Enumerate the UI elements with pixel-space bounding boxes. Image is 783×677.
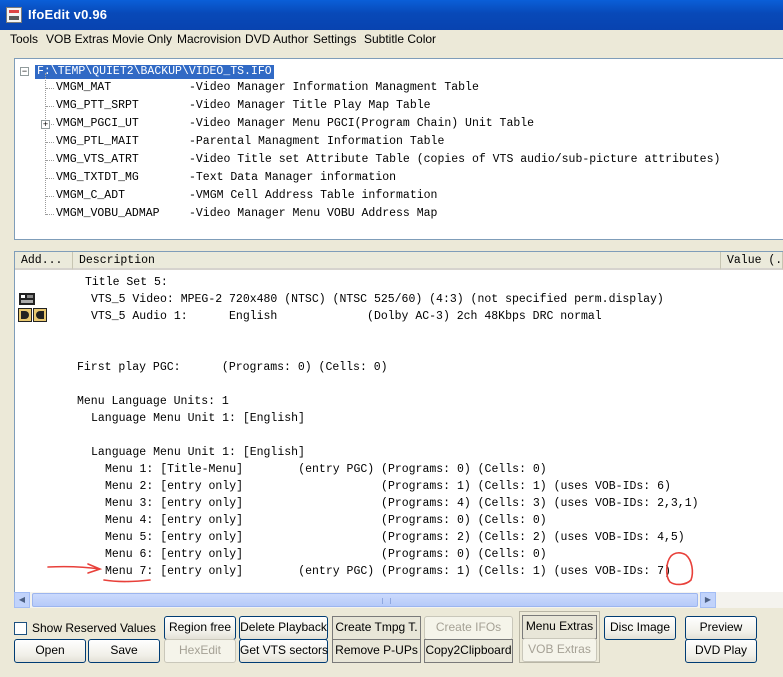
menu-bar: Tools VOB Extras Movie Only Macrovision … (0, 30, 783, 50)
list-line: Menu 4: [entry only] (Programs: 0) (Cell… (105, 514, 547, 527)
list-line: Menu 2: [entry only] (Programs: 1) (Cell… (105, 480, 671, 493)
disc-image-button[interactable]: Disc Image (604, 616, 676, 640)
tree-item[interactable]: VMG_PTL_MAIT -Parental Managment Informat… (56, 135, 444, 149)
expand-icon[interactable]: + (41, 120, 50, 129)
menu-tools[interactable]: Tools (10, 32, 38, 46)
tree-item[interactable]: VMG_VTS_ATRT -Video Title set Attribute T… (56, 153, 720, 167)
column-header-value[interactable]: Value (... (721, 252, 783, 270)
save-button[interactable]: Save (88, 639, 160, 663)
list-line: Language Menu Unit 1: [English] (91, 446, 305, 459)
menu-macrovision[interactable]: Macrovision (177, 32, 241, 46)
list-line: Menu 5: [entry only] (Programs: 2) (Cell… (105, 531, 685, 544)
menu-vob-extras[interactable]: VOB Extras (46, 32, 109, 46)
tree-line (45, 73, 46, 215)
title-bar[interactable]: IfoEdit v0.96 (0, 0, 783, 30)
scroll-right-icon[interactable]: ▶ (700, 592, 716, 608)
preview-button[interactable]: Preview (685, 616, 757, 640)
scroll-left-icon[interactable]: ◀ (14, 592, 30, 608)
dvd-play-button[interactable]: DVD Play (685, 639, 757, 663)
tree-item[interactable]: VMGM_VOBU_ADMAP -Video Manager Menu VOBU … (56, 207, 437, 221)
ifo-tree[interactable]: − F:\TEMP\QUIET2\BACKUP\VIDEO_TS.IFO + V… (14, 58, 783, 240)
list-line: Menu 3: [entry only] (Programs: 4) (Cell… (105, 497, 699, 510)
horizontal-scrollbar[interactable]: ◀ ▶ (14, 592, 783, 608)
list-line: Language Menu Unit 1: [English] (91, 412, 305, 425)
show-reserved-checkbox[interactable] (14, 622, 27, 635)
vob-extras-button[interactable]: VOB Extras (522, 638, 597, 662)
menu-movie-only[interactable]: Movie Only (112, 32, 172, 46)
video-icon (19, 293, 35, 305)
list-line: Menu 1: [Title-Menu] (entry PGC) (Progra… (105, 463, 547, 476)
dolby-audio-icon (18, 308, 47, 322)
create-tmpg-button[interactable]: Create Tmpg T. (332, 616, 421, 640)
region-free-button[interactable]: Region free (164, 616, 236, 640)
menu-settings[interactable]: Settings (313, 32, 356, 46)
list-line: Title Set 5: (85, 276, 168, 289)
menu-dvd-author[interactable]: DVD Author (245, 32, 308, 46)
scroll-thumb[interactable] (32, 593, 698, 607)
get-vts-sectors-button[interactable]: Get VTS sectors (239, 639, 328, 663)
list-line: First play PGC: (Programs: 0) (Cells: 0) (77, 361, 388, 374)
list-line: Menu 6: [entry only] (Programs: 0) (Cell… (105, 548, 547, 561)
window-title: IfoEdit v0.96 (28, 7, 108, 22)
menu-subtitle-color[interactable]: Subtitle Color (364, 32, 436, 46)
copy2clipboard-button[interactable]: Copy2Clipboard (424, 639, 513, 663)
tree-item[interactable]: VMGM_PGCI_UT -Video Manager Menu PGCI(Pro… (56, 117, 534, 131)
tree-item[interactable]: VMG_PTT_SRPT -Video Manager Title Play Ma… (56, 99, 431, 113)
column-header-description[interactable]: Description (73, 252, 721, 270)
detail-list[interactable]: Add... Description Value (... Title Set … (14, 251, 783, 608)
delete-playback-button[interactable]: Delete Playback (239, 616, 328, 640)
show-reserved-label[interactable]: Show Reserved Values (32, 621, 156, 635)
list-line: Menu 7: [entry only] (entry PGC) (Progra… (105, 565, 671, 578)
list-line: VTS_5 Audio 1: English (Dolby AC-3) 2ch … (91, 310, 602, 323)
create-ifos-button[interactable]: Create IFOs (424, 616, 513, 640)
grip-icon (382, 598, 391, 604)
list-line: VTS_5 Video: MPEG-2 720x480 (NTSC) (NTSC… (91, 293, 664, 306)
tree-item[interactable]: VMG_TXTDT_MG -Text Data Manager informati… (56, 171, 396, 185)
column-header-address[interactable]: Add... (15, 252, 73, 270)
tree-item[interactable]: VMGM_C_ADT -VMGM Cell Address Table infor… (56, 189, 437, 203)
remove-pups-button[interactable]: Remove P-UPs (332, 639, 421, 663)
list-line: Menu Language Units: 1 (77, 395, 229, 408)
collapse-icon[interactable]: − (20, 67, 29, 76)
menu-extras-button[interactable]: Menu Extras (522, 615, 597, 639)
open-button[interactable]: Open (14, 639, 86, 663)
tree-item[interactable]: VMGM_MAT -Video Manager Information Manag… (56, 81, 479, 95)
tree-root[interactable]: F:\TEMP\QUIET2\BACKUP\VIDEO_TS.IFO (35, 65, 274, 79)
app-icon (6, 7, 22, 23)
hexedit-button[interactable]: HexEdit (164, 639, 236, 663)
